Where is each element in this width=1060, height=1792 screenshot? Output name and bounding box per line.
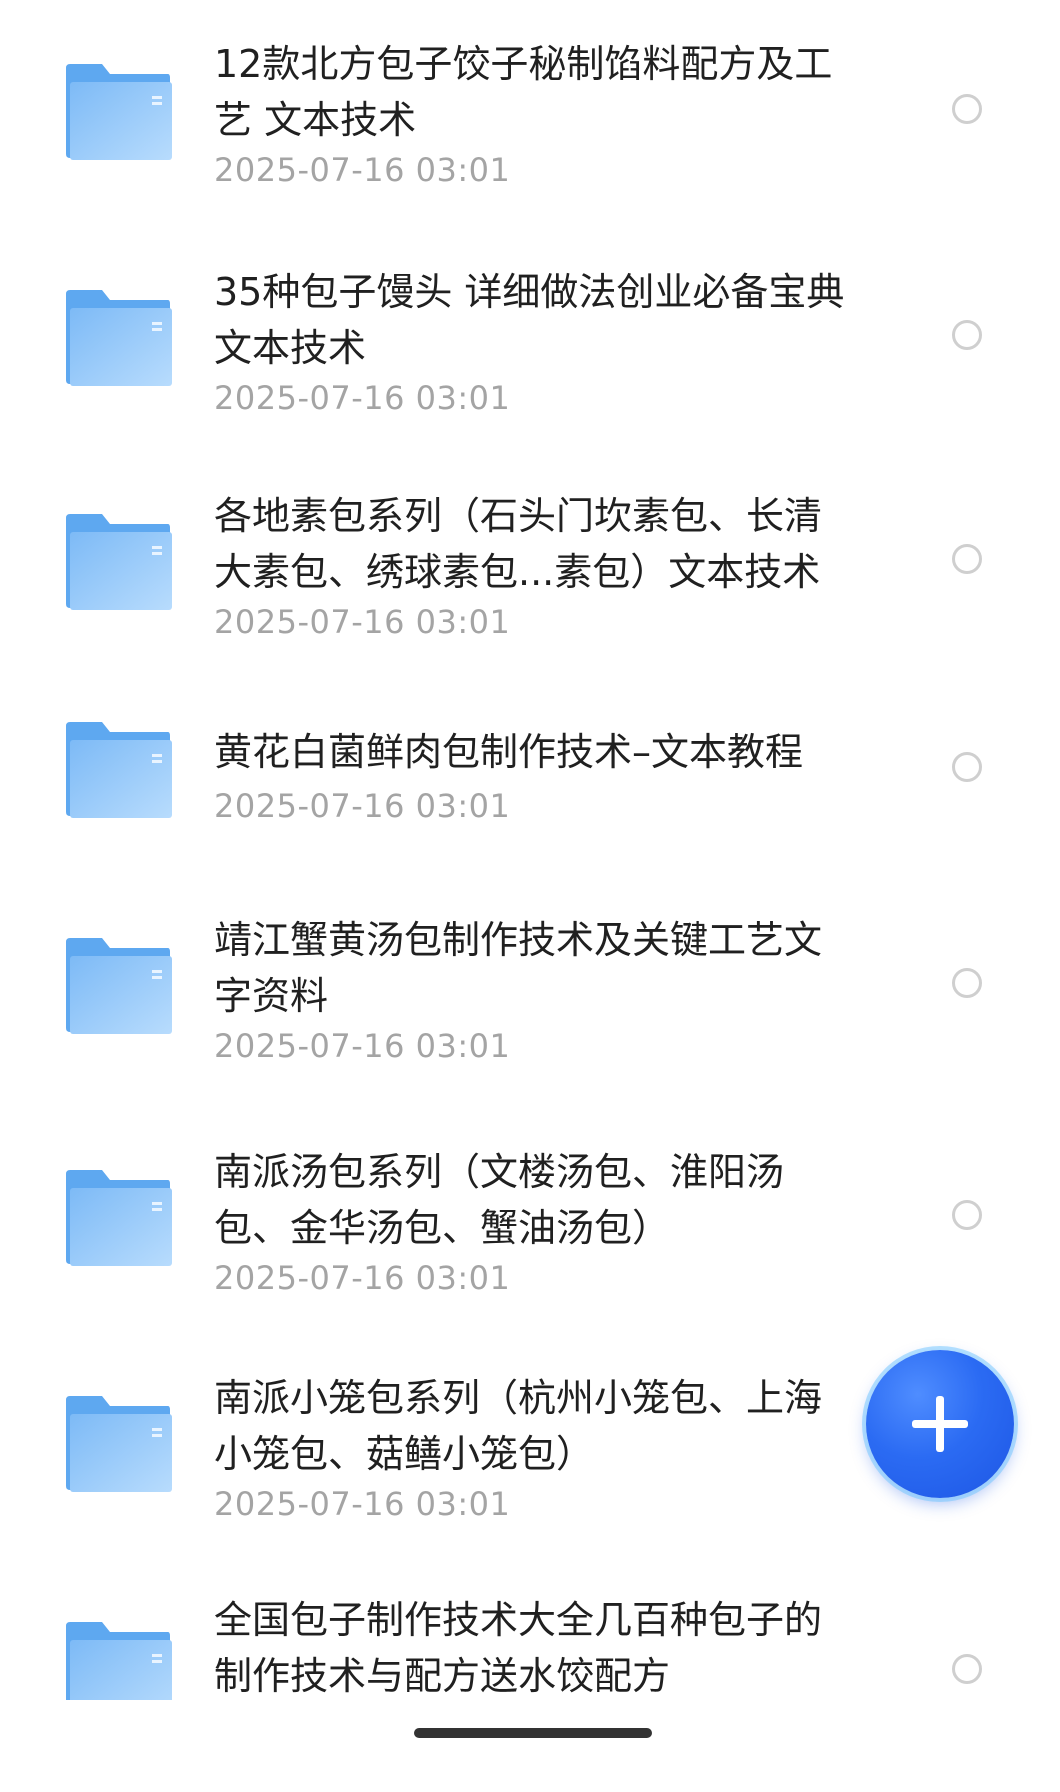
- file-date: 2025-07-16 03:01: [214, 1027, 511, 1065]
- folder-icon: [64, 720, 172, 818]
- file-date: 2025-07-16 03:01: [214, 603, 511, 641]
- file-row[interactable]: 35种包子馒头 详细做法创业必备宝典 文本技术 2025-07-16 03:01: [0, 224, 1060, 448]
- file-date: 2025-07-16 03:01: [214, 1259, 511, 1297]
- file-name: 35种包子馒头 详细做法创业必备宝典 文本技术: [214, 270, 857, 370]
- radio-unchecked-icon[interactable]: [952, 1200, 982, 1230]
- radio-unchecked-icon[interactable]: [952, 94, 982, 124]
- folder-icon: [64, 288, 172, 386]
- folder-icon: [64, 1168, 172, 1266]
- file-row[interactable]: 靖江蟹黄汤包制作技术及关键工艺文字资料 2025-07-16 03:01: [0, 876, 1060, 1112]
- file-name: 南派汤包系列（文楼汤包、淮阳汤包、金华汤包、蟹油汤包）: [214, 1150, 785, 1250]
- folder-icon: [64, 512, 172, 610]
- file-name: 靖江蟹黄汤包制作技术及关键工艺文字资料: [214, 918, 823, 1018]
- file-row[interactable]: 各地素包系列（石头门坎素包、长清大素包、绣球素包...素包）文本技术 2025-…: [0, 448, 1060, 676]
- file-date: 2025-07-16 03:01: [214, 787, 511, 825]
- file-name: 12款北方包子饺子秘制馅料配方及工艺 文本技术: [214, 42, 833, 142]
- home-indicator[interactable]: [414, 1728, 652, 1738]
- radio-unchecked-icon[interactable]: [952, 1654, 982, 1684]
- radio-unchecked-icon[interactable]: [952, 544, 982, 574]
- file-name: 南派小笼包系列（杭州小笼包、上海小笼包、菇鳝小笼包）: [214, 1376, 823, 1476]
- file-date: 2025-07-16 03:01: [214, 379, 511, 417]
- file-date: 2025-07-16 03:01: [214, 151, 511, 189]
- file-row[interactable]: 全国包子制作技术大全几百种包子的制作技术与配方送水饺配方: [0, 1564, 1060, 1700]
- folder-icon: [64, 1620, 172, 1700]
- plus-icon: [912, 1396, 968, 1452]
- radio-unchecked-icon[interactable]: [952, 752, 982, 782]
- file-row[interactable]: 南派汤包系列（文楼汤包、淮阳汤包、金华汤包、蟹油汤包） 2025-07-16 0…: [0, 1112, 1060, 1338]
- file-date: 2025-07-16 03:01: [214, 1485, 511, 1523]
- file-name: 全国包子制作技术大全几百种包子的制作技术与配方送水饺配方: [214, 1598, 823, 1698]
- file-name: 各地素包系列（石头门坎素包、长清大素包、绣球素包...素包）文本技术: [214, 494, 823, 594]
- folder-icon: [64, 936, 172, 1034]
- radio-unchecked-icon[interactable]: [952, 320, 982, 350]
- file-row[interactable]: 12款北方包子饺子秘制馅料配方及工艺 文本技术 2025-07-16 03:01: [0, 0, 1060, 224]
- file-name: 黄花白菌鲜肉包制作技术–文本教程: [214, 730, 804, 774]
- radio-unchecked-icon[interactable]: [952, 968, 982, 998]
- add-button[interactable]: [866, 1350, 1014, 1498]
- file-row[interactable]: 黄花白菌鲜肉包制作技术–文本教程 2025-07-16 03:01: [0, 676, 1060, 876]
- folder-icon: [64, 1394, 172, 1492]
- folder-icon: [64, 62, 172, 160]
